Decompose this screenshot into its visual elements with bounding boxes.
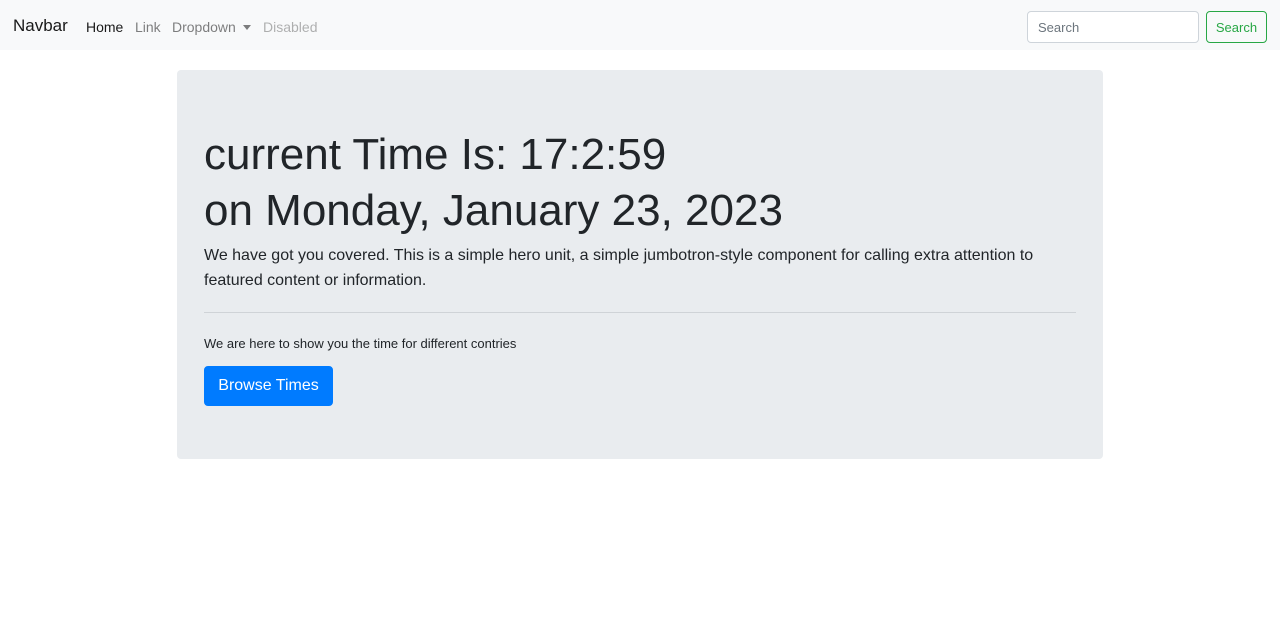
nav-link-disabled: Disabled: [263, 19, 318, 35]
divider: [204, 312, 1076, 313]
nav-dropdown-toggle[interactable]: Dropdown: [172, 18, 251, 36]
navbar-brand[interactable]: Navbar: [13, 15, 68, 37]
nav-dropdown-label: Dropdown: [172, 19, 236, 35]
nav-link-home[interactable]: Home: [86, 18, 123, 36]
nav-link-link[interactable]: Link: [135, 18, 161, 36]
browse-times-button[interactable]: Browse Times: [204, 366, 333, 406]
caret-down-icon: [242, 25, 251, 30]
search-button[interactable]: Search: [1206, 11, 1267, 43]
description-text: We are here to show you the time for dif…: [204, 336, 517, 351]
current-time-heading: current Time Is: 17:2:59: [204, 130, 667, 179]
search-input[interactable]: [1027, 11, 1199, 43]
current-date-heading: on Monday, January 23, 2023: [204, 186, 783, 235]
navbar: Navbar Home Link Dropdown Disabled Searc…: [0, 0, 1280, 50]
jumbotron: current Time Is: 17:2:59 on Monday, Janu…: [177, 70, 1103, 459]
lead-text: We have got you covered. This is a simpl…: [204, 247, 1034, 289]
